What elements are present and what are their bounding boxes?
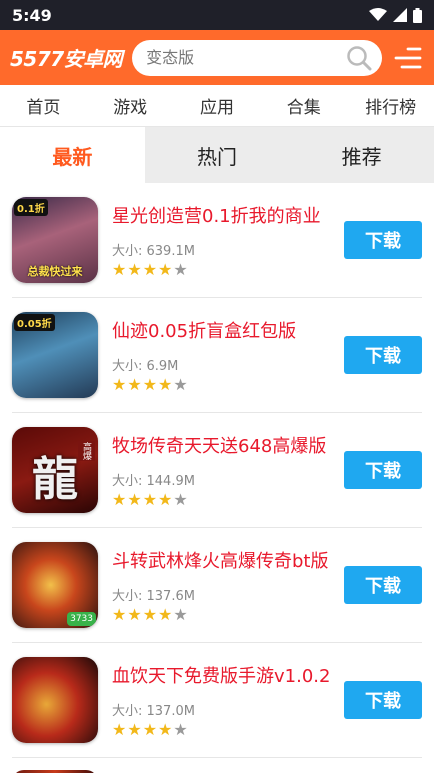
star-filled-icon: ★ [112, 374, 127, 394]
nav-item-rankings[interactable]: 排行榜 [348, 93, 434, 118]
star-filled-icon: ★ [158, 374, 173, 394]
star-empty-icon: ★ [173, 489, 188, 509]
status-icons [369, 7, 422, 23]
star-filled-icon: ★ [127, 489, 142, 509]
app-title[interactable]: 血饮天下免费版手游v1.0.2 [112, 662, 338, 688]
search-input[interactable] [146, 48, 347, 67]
discount-badge: 0.1折 [14, 199, 48, 216]
star-filled-icon: ★ [142, 604, 158, 624]
app-icon[interactable]: 3733 [12, 542, 98, 628]
list-item[interactable]: 龍高爆 牧场传奇天天送648高爆版 大小: 144.9M ★ ★ ★ ★ ★ 下载 [12, 413, 422, 528]
star-filled-icon: ★ [112, 604, 127, 624]
star-filled-icon: ★ [127, 259, 142, 279]
star-filled-icon: ★ [158, 604, 173, 624]
star-filled-icon: ★ [142, 489, 158, 509]
app-icon[interactable]: 0.1折总裁快过来 [12, 197, 98, 283]
star-empty-icon: ★ [173, 719, 188, 739]
star-filled-icon: ★ [112, 259, 127, 279]
star-empty-icon: ★ [173, 604, 188, 624]
menu-icon [394, 47, 422, 68]
list-item[interactable]: 血饮天下免费版手游v1.0.2 大小: 137.0M ★ ★ ★ ★ ★ 下载 [12, 643, 422, 758]
main-nav: 首页 游戏 应用 合集 排行榜 [0, 85, 434, 127]
app-icon[interactable]: 龍高爆 [12, 427, 98, 513]
list-item[interactable]: 0.05折 仙迹0.05折盲盒红包版 大小: 6.9M ★ ★ ★ ★ ★ 下载 [12, 298, 422, 413]
download-button[interactable]: 下载 [344, 681, 422, 719]
app-icon[interactable] [12, 657, 98, 743]
rating-stars: ★ ★ ★ ★ ★ [112, 719, 422, 739]
star-filled-icon: ★ [158, 719, 173, 739]
star-filled-icon: ★ [142, 259, 158, 279]
wifi-icon [369, 8, 387, 21]
star-filled-icon: ★ [127, 604, 142, 624]
app-title[interactable]: 星光创造营0.1折我的商业 [112, 202, 338, 228]
star-filled-icon: ★ [112, 719, 127, 739]
rating-stars: ★ ★ ★ ★ ★ [112, 489, 422, 509]
star-filled-icon: ★ [127, 719, 142, 739]
site-logo[interactable]: 5577安卓网 [10, 43, 124, 72]
discount-badge: 0.05折 [14, 314, 55, 331]
nav-item-collections[interactable]: 合集 [261, 93, 347, 118]
star-empty-icon: ★ [173, 374, 188, 394]
status-bar: 5:49 [0, 0, 434, 30]
star-empty-icon: ★ [173, 259, 188, 279]
nav-item-games[interactable]: 游戏 [87, 93, 173, 118]
rating-stars: ★ ★ ★ ★ ★ [112, 259, 422, 279]
app-list: 0.1折 总裁快过来 星光创造营0.1折我的商业 大小: 639.1M ★ ★ ★ ★ ★ 下载 0… [0, 183, 434, 773]
star-filled-icon: ★ [142, 374, 158, 394]
app-title[interactable]: 牧场传奇天天送648高爆版 [112, 432, 338, 458]
app-header: 5577安卓网 [0, 30, 434, 85]
star-filled-icon: ★ [127, 374, 142, 394]
download-button[interactable]: 下载 [344, 451, 422, 489]
rating-stars: ★ ★ ★ ★ ★ [112, 604, 422, 624]
star-filled-icon: ★ [158, 259, 173, 279]
star-filled-icon: ★ [142, 719, 158, 739]
tab-recommended[interactable]: 推荐 [289, 127, 434, 183]
download-button[interactable]: 下载 [344, 221, 422, 259]
icon-corner-badge: 3733 [67, 612, 96, 626]
app-icon[interactable]: 0.05折 [12, 312, 98, 398]
download-button[interactable]: 下载 [344, 336, 422, 374]
nav-item-apps[interactable]: 应用 [174, 93, 260, 118]
menu-button[interactable] [392, 38, 424, 78]
rating-stars: ★ ★ ★ ★ ★ [112, 374, 422, 394]
icon-caption: 总裁快过来 [27, 265, 83, 278]
list-item-partial[interactable] [12, 758, 422, 773]
status-time: 5:49 [12, 5, 52, 25]
search-bar[interactable] [132, 39, 383, 76]
list-item[interactable]: 3733 斗转武林烽火高爆传奇bt版 大小: 137.6M ★ ★ ★ ★ ★ 下载 [12, 528, 422, 643]
download-button[interactable]: 下载 [344, 566, 422, 604]
star-filled-icon: ★ [112, 489, 127, 509]
battery-icon [413, 7, 422, 23]
tab-latest[interactable]: 最新 [0, 127, 145, 183]
app-title[interactable]: 仙迹0.05折盲盒红包版 [112, 317, 338, 343]
list-item[interactable]: 0.1折 总裁快过来 星光创造营0.1折我的商业 大小: 639.1M ★ ★ ★ ★ ★ 下载 [12, 183, 422, 298]
signal-icon [393, 8, 407, 22]
tab-bar: 最新 热门 推荐 [0, 127, 434, 183]
app-title[interactable]: 斗转武林烽火高爆传奇bt版 [112, 547, 338, 573]
tab-hot[interactable]: 热门 [145, 127, 290, 183]
icon-tag: 高爆 [78, 441, 95, 461]
search-icon[interactable] [346, 45, 372, 71]
star-filled-icon: ★ [158, 489, 173, 509]
nav-item-home[interactable]: 首页 [0, 93, 86, 118]
